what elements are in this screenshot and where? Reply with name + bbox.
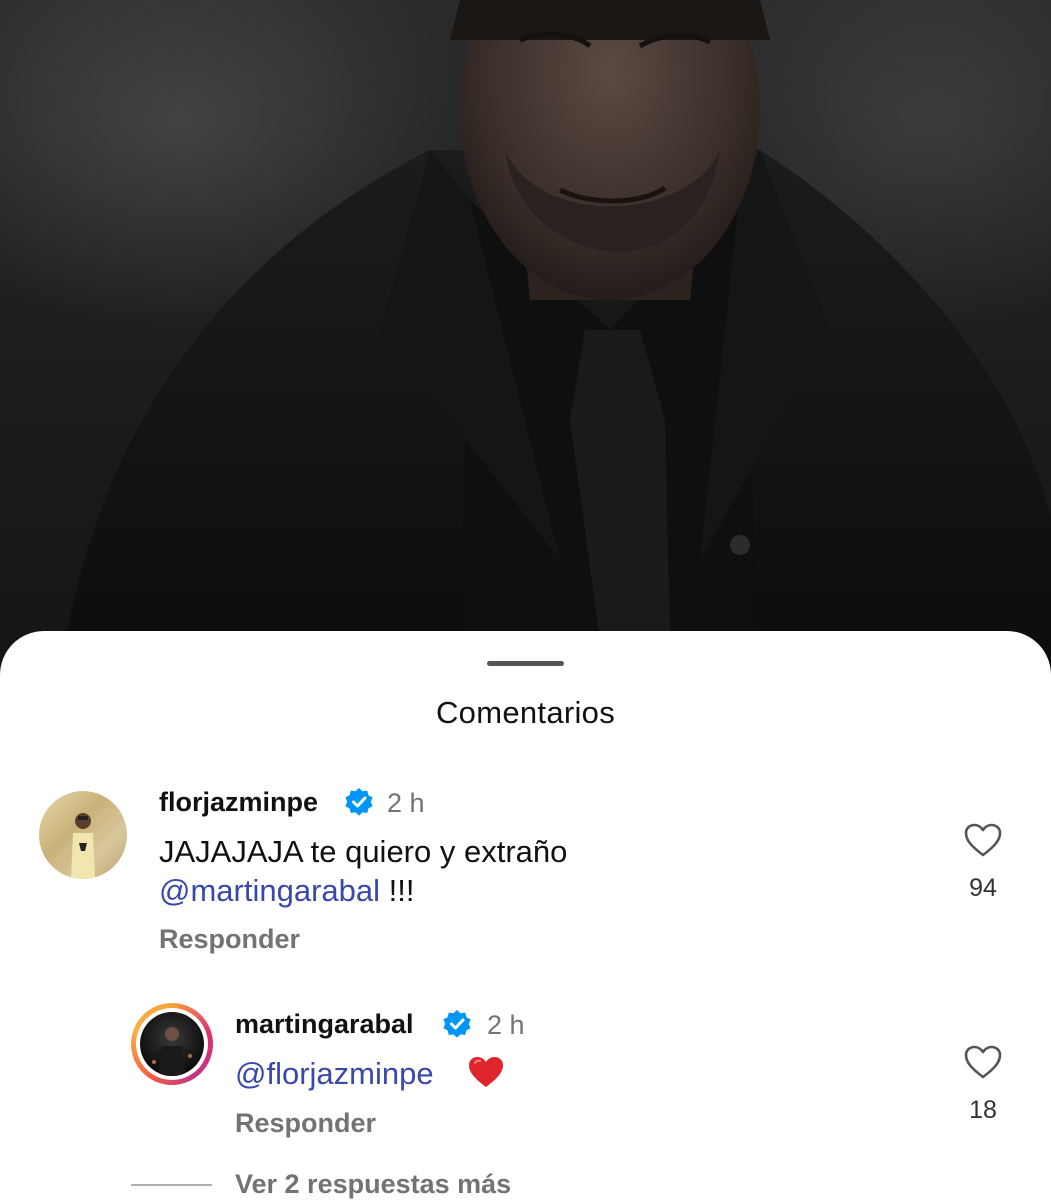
video-frame-illustration [60, 0, 1051, 680]
comment-username[interactable]: florjazminpe [159, 787, 318, 818]
comment-text: JAJAJAJA te quiero y extraño @martingara… [159, 832, 567, 910]
reply-button[interactable]: Responder [159, 924, 300, 955]
comment-mention-link[interactable]: @martingarabal [159, 873, 380, 908]
comments-sheet: Comentarios florjazminpe 2 h JAJAJAJA te… [0, 631, 1051, 1200]
reply-text: @florjazminpe [235, 1054, 434, 1093]
heart-outline-icon[interactable] [963, 1044, 1003, 1080]
avatar-figure-icon [71, 813, 95, 879]
verified-badge-icon [345, 788, 373, 816]
comment-time: 2 h [387, 788, 425, 818]
like-count: 94 [969, 874, 997, 902]
reply-button[interactable]: Responder [235, 1108, 376, 1139]
reply-mention-link[interactable]: @florjazminpe [235, 1056, 434, 1091]
video-background [0, 0, 1051, 680]
sheet-title: Comentarios [435, 695, 616, 730]
avatar[interactable] [39, 791, 127, 879]
verified-badge-icon [443, 1010, 471, 1038]
comment-body: JAJAJAJA te quiero y extraño [159, 834, 568, 869]
story-ring[interactable] [131, 1003, 213, 1085]
red-heart-emoji [469, 1057, 503, 1087]
reply-username[interactable]: martingarabal [235, 1009, 414, 1040]
drag-handle[interactable] [487, 661, 564, 666]
replies-divider [131, 1184, 212, 1186]
reply-time: 2 h [487, 1010, 525, 1040]
heart-outline-icon[interactable] [963, 822, 1003, 858]
avatar [140, 1012, 204, 1076]
avatar-figure-icon [150, 1027, 194, 1076]
like-count: 18 [969, 1096, 997, 1124]
view-more-replies-button[interactable]: Ver 2 respuestas más [235, 1169, 511, 1200]
comment-suffix: !!! [380, 873, 415, 908]
